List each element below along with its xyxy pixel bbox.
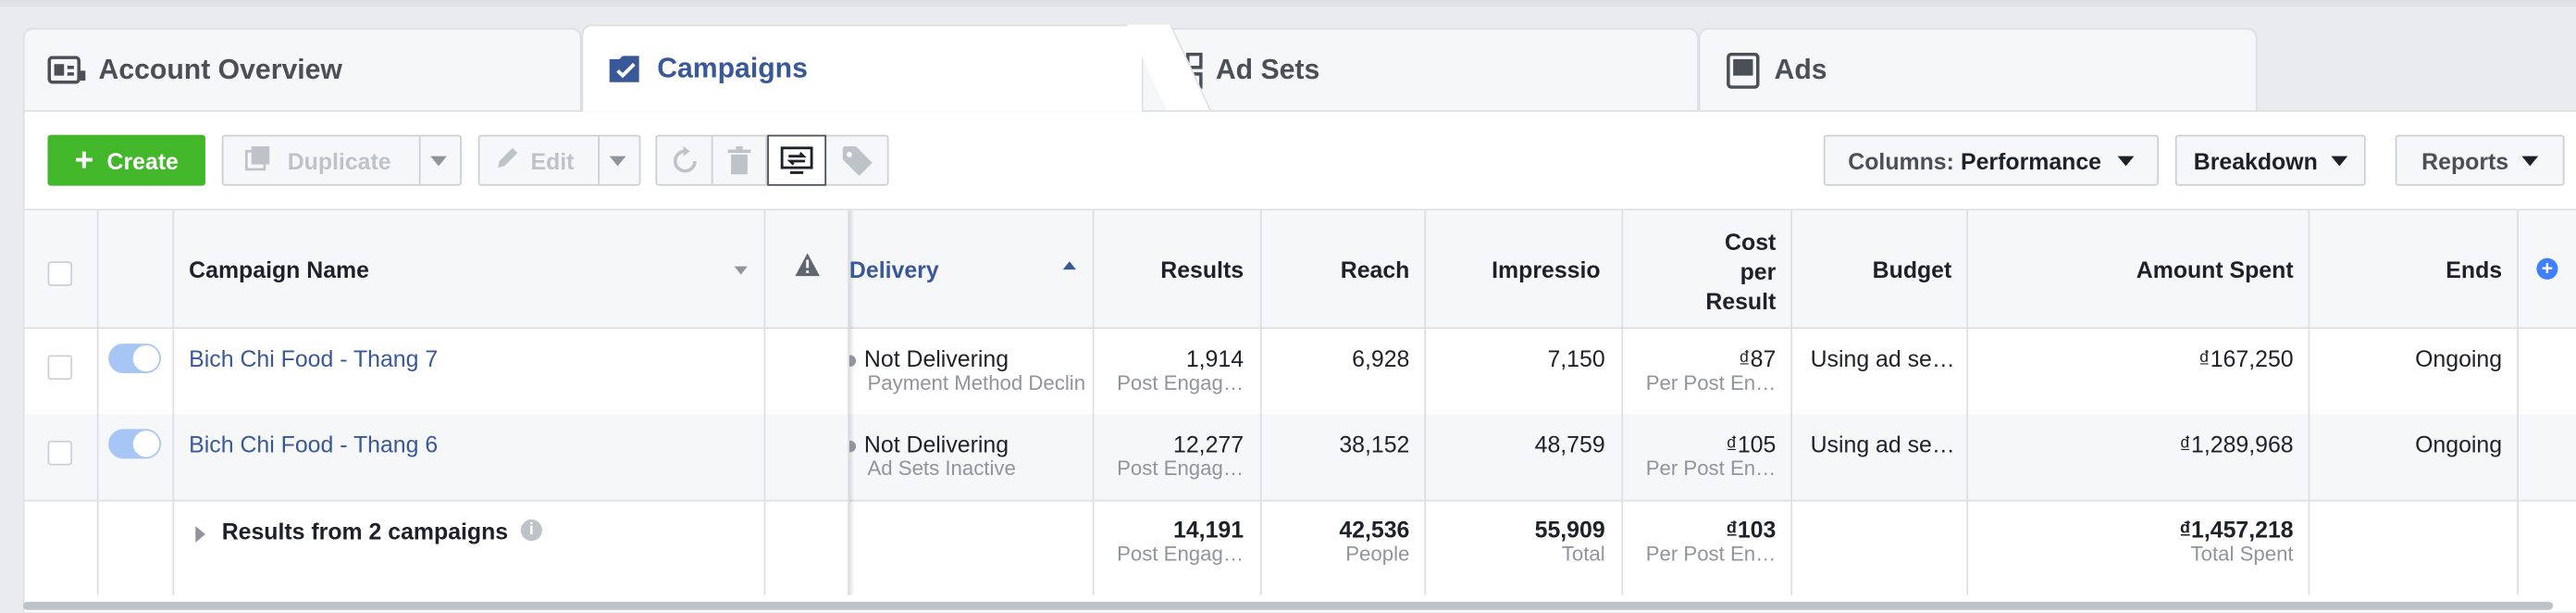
- tab-ad-sets[interactable]: Ad Sets: [1140, 28, 1699, 110]
- results-cell: 1,914 Post Engag…: [1117, 344, 1245, 395]
- campaign-name-link[interactable]: Bich Chi Food - Thang 6: [189, 431, 438, 457]
- add-column-icon[interactable]: +: [2536, 257, 2558, 280]
- account-overview-icon: [47, 52, 87, 88]
- action-button-group: [655, 134, 889, 186]
- tab-ads[interactable]: Ads: [1698, 28, 2258, 110]
- sort-ascending-icon[interactable]: [1062, 261, 1076, 270]
- ads-icon: [1723, 51, 1763, 88]
- tab-account-overview[interactable]: Account Overview: [22, 28, 582, 110]
- row-checkbox[interactable]: [47, 355, 73, 381]
- compare-icon[interactable]: [767, 134, 827, 186]
- campaign-toggle[interactable]: [108, 344, 161, 374]
- totals-cost: ₫103 Per Post En…: [1645, 516, 1777, 566]
- totals-impressions: 55,909 Total: [1534, 516, 1605, 566]
- header-budget[interactable]: Budget: [1790, 256, 1952, 282]
- header-impressions[interactable]: Impressio: [1492, 256, 1619, 282]
- results-cell: 12,277 Post Engag…: [1117, 431, 1245, 481]
- toolbar: + Create Duplicate Edit Columns: Perform…: [25, 112, 2576, 211]
- header-results[interactable]: Results: [1093, 256, 1244, 282]
- totals-label: Results from 2 campaigns: [221, 518, 509, 544]
- budget-cell[interactable]: Using ad se…: [1811, 345, 1955, 371]
- chevron-down-icon: [2521, 155, 2539, 166]
- tab-label: Ads: [1774, 53, 1827, 85]
- row-checkbox[interactable]: [47, 440, 73, 466]
- impressions-cell: 7,150: [1547, 344, 1605, 372]
- amount-spent-cell: ₫167,250: [2198, 344, 2294, 372]
- campaign-toggle[interactable]: [108, 429, 161, 459]
- reports-dropdown[interactable]: Reports: [2395, 134, 2565, 186]
- cost-cell: ₫105 Per Post En…: [1645, 431, 1777, 481]
- reach-cell: 38,152: [1339, 431, 1410, 457]
- header-cost-per-result[interactable]: Cost per Result: [1621, 227, 1776, 316]
- status-dot-icon: [848, 355, 857, 367]
- tag-icon[interactable]: [841, 144, 874, 182]
- delivery-status: Not Delivering Payment Method Declin: [848, 345, 1093, 394]
- chevron-down-icon[interactable]: [430, 156, 447, 167]
- campaign-name-link[interactable]: Bich Chi Food - Thang 7: [189, 345, 438, 371]
- duplicate-button[interactable]: Duplicate: [221, 134, 462, 186]
- delivery-status: Not Delivering Ad Sets Inactive: [848, 431, 1093, 480]
- duplicate-icon: [244, 144, 271, 176]
- select-all-checkbox[interactable]: [47, 261, 73, 286]
- horizontal-scrollbar[interactable]: [22, 601, 2554, 610]
- trash-icon[interactable]: [726, 146, 752, 181]
- reach-cell: 6,928: [1352, 344, 1410, 372]
- amount-spent-cell: ₫1,289,968: [2179, 431, 2294, 457]
- chevron-down-icon: [2330, 155, 2347, 166]
- refresh-icon[interactable]: [670, 146, 700, 181]
- expand-triangle-icon[interactable]: [195, 526, 205, 543]
- top-strip: [0, 0, 2576, 7]
- campaigns-checkbox-icon: [606, 51, 646, 87]
- totals-amount-spent: ₫1,457,218 Total Spent: [2179, 516, 2294, 566]
- warning-icon: [795, 253, 820, 284]
- campaigns-table: Campaign Name Delivery Results Reach Imp…: [24, 208, 2576, 613]
- level-tabs: Account Overview Campaigns Ad Sets Ads: [22, 24, 2576, 112]
- table-row[interactable]: [24, 414, 2576, 502]
- pencil-icon: [496, 146, 519, 174]
- chevron-down-icon: [2117, 155, 2135, 166]
- sort-chevron-icon[interactable]: [734, 266, 748, 275]
- cost-cell: ₫87 Per Post En…: [1645, 344, 1777, 395]
- header-reach[interactable]: Reach: [1260, 256, 1410, 282]
- header-amount-spent[interactable]: Amount Spent: [1966, 256, 2294, 282]
- columns-dropdown[interactable]: Columns: Performance: [1823, 134, 2160, 186]
- header-delivery[interactable]: Delivery: [849, 256, 939, 282]
- header-ends[interactable]: Ends: [2309, 256, 2502, 282]
- header-campaign-name[interactable]: Campaign Name: [189, 256, 369, 282]
- tab-label: Campaigns: [657, 52, 808, 84]
- totals-results: 14,191 Post Engag…: [1117, 516, 1245, 566]
- campaigns-panel: + Create Duplicate Edit Columns: Perform…: [22, 109, 2576, 613]
- tab-label: Account Overview: [98, 53, 342, 85]
- chevron-down-icon[interactable]: [609, 156, 626, 167]
- edit-button[interactable]: Edit: [477, 134, 641, 186]
- info-icon[interactable]: i: [520, 519, 542, 542]
- tab-campaigns[interactable]: Campaigns: [581, 24, 1211, 112]
- budget-cell[interactable]: Using ad se…: [1811, 431, 1955, 457]
- create-button[interactable]: + Create: [47, 134, 205, 186]
- breakdown-dropdown[interactable]: Breakdown: [2174, 134, 2366, 186]
- ends-cell: Ongoing: [2415, 431, 2503, 457]
- tab-label: Ad Sets: [1215, 53, 1320, 85]
- status-dot-icon: [848, 440, 857, 452]
- ads-manager: Account Overview Campaigns Ad Sets Ads +: [0, 0, 2576, 613]
- impressions-cell: 48,759: [1534, 431, 1605, 457]
- plus-icon: +: [74, 142, 94, 179]
- ends-cell: Ongoing: [2415, 344, 2503, 372]
- totals-reach: 42,536 People: [1339, 516, 1410, 566]
